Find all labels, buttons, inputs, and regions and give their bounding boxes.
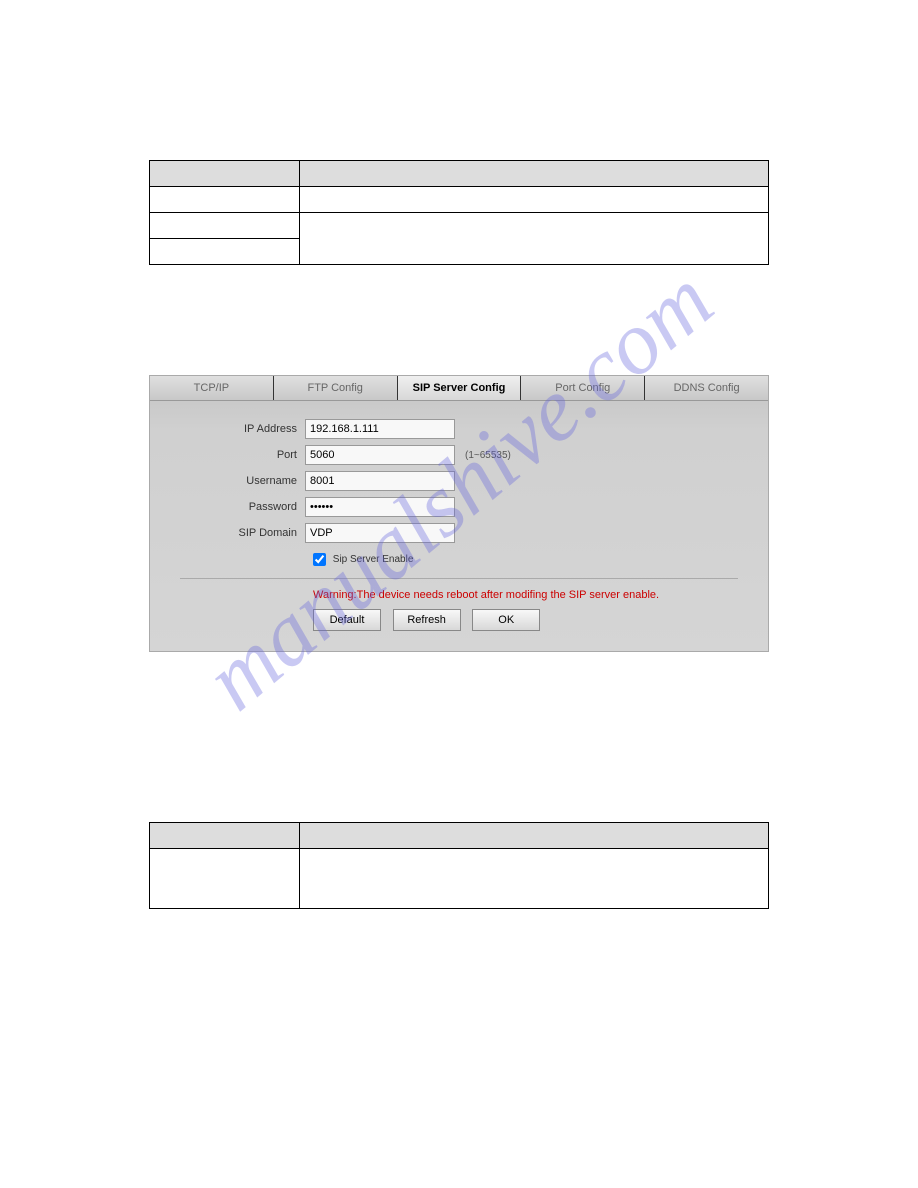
- table2-header-cell: [150, 823, 300, 849]
- ok-button[interactable]: OK: [472, 609, 540, 631]
- tab-tcpip[interactable]: TCP/IP: [150, 376, 274, 400]
- table1-cell: [150, 213, 300, 239]
- password-input[interactable]: [305, 497, 455, 517]
- tab-sip-server-config[interactable]: SIP Server Config: [398, 376, 522, 400]
- sip-domain-input[interactable]: [305, 523, 455, 543]
- table2-header-cell: [300, 823, 769, 849]
- warning-text: Warning:The device needs reboot after mo…: [313, 589, 738, 601]
- tab-bar: TCP/IP FTP Config SIP Server Config Port…: [150, 376, 768, 401]
- port-hint: (1~65535): [465, 450, 511, 461]
- table1-cell: [300, 187, 769, 213]
- port-label: Port: [180, 449, 305, 461]
- parameter-table-2: [149, 822, 769, 909]
- sip-server-enable-checkbox[interactable]: [313, 553, 326, 566]
- table1-cell: [300, 213, 769, 265]
- table1-header-cell: [300, 161, 769, 187]
- default-button[interactable]: Default: [313, 609, 381, 631]
- username-label: Username: [180, 475, 305, 487]
- sip-form: IP Address Port (1~65535) Username Passw…: [150, 401, 768, 651]
- table1-header-cell: [150, 161, 300, 187]
- divider: [180, 578, 738, 579]
- table2-cell: [150, 849, 300, 909]
- sip-server-enable-label: Sip Server Enable: [333, 554, 414, 565]
- password-label: Password: [180, 501, 305, 513]
- sip-domain-label: SIP Domain: [180, 527, 305, 539]
- table1-cell: [150, 187, 300, 213]
- tab-ftp-config[interactable]: FTP Config: [274, 376, 398, 400]
- parameter-table-1: [149, 160, 769, 265]
- username-input[interactable]: [305, 471, 455, 491]
- tab-ddns-config[interactable]: DDNS Config: [645, 376, 768, 400]
- port-input[interactable]: [305, 445, 455, 465]
- ip-address-label: IP Address: [180, 423, 305, 435]
- table2-cell: [300, 849, 769, 909]
- table1-cell: [150, 239, 300, 265]
- sip-config-panel: TCP/IP FTP Config SIP Server Config Port…: [149, 375, 769, 652]
- ip-address-input[interactable]: [305, 419, 455, 439]
- refresh-button[interactable]: Refresh: [393, 609, 461, 631]
- tab-port-config[interactable]: Port Config: [521, 376, 645, 400]
